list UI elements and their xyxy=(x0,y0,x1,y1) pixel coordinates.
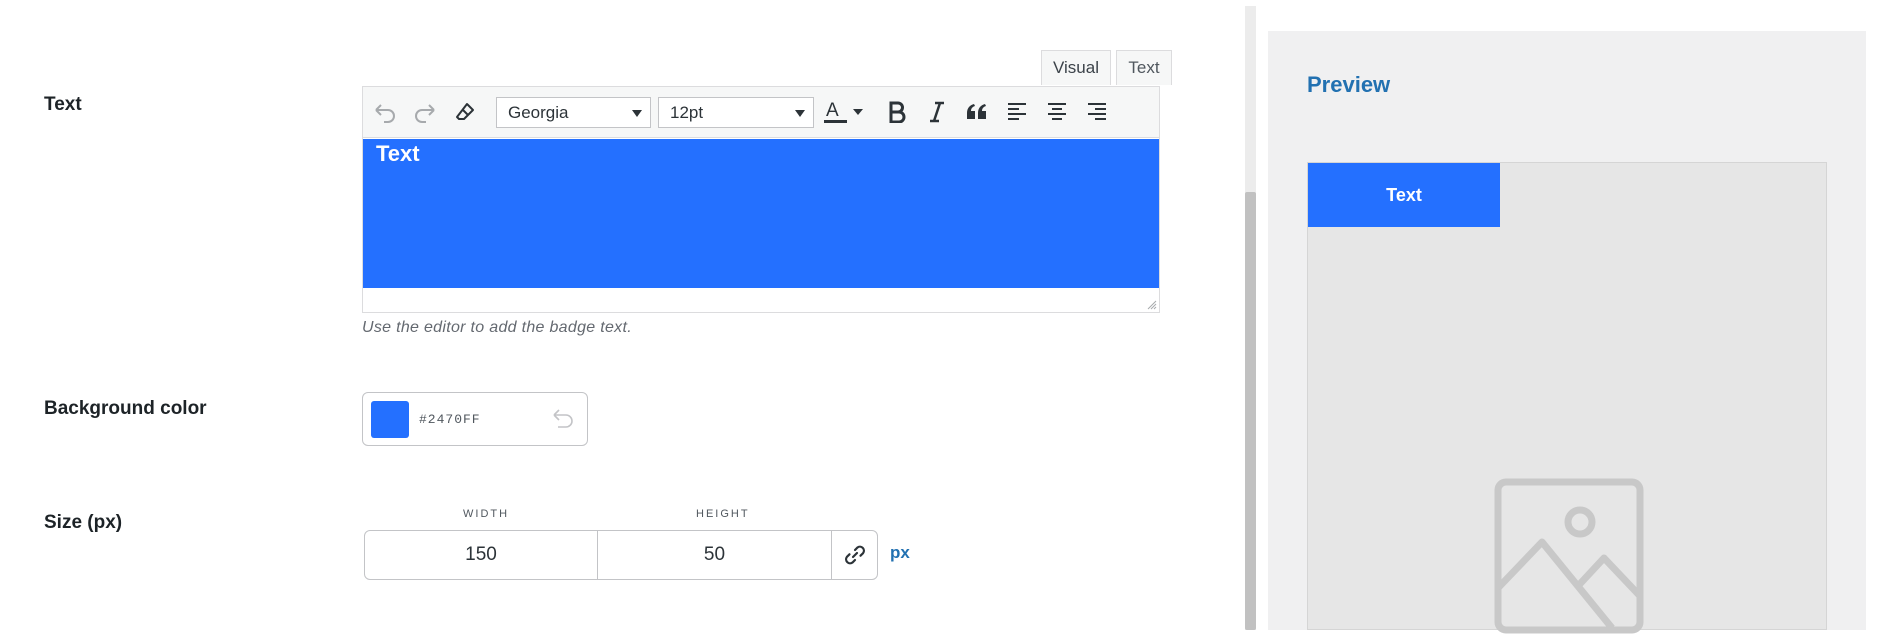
editor-help-text: Use the editor to add the badge text. xyxy=(362,319,632,336)
color-picker[interactable]: #2470FF xyxy=(362,392,588,446)
blockquote-icon[interactable] xyxy=(961,96,993,128)
redo-icon[interactable] xyxy=(409,96,441,128)
color-swatch[interactable] xyxy=(371,401,409,438)
font-size-select[interactable]: 12pt xyxy=(658,97,814,128)
font-family-value: Georgia xyxy=(508,102,569,122)
text-color-icon[interactable]: A xyxy=(819,96,874,128)
background-color-label: Background color xyxy=(44,398,207,419)
align-center-icon[interactable] xyxy=(1041,96,1073,128)
width-input[interactable]: 150 xyxy=(365,531,598,579)
link-icon xyxy=(844,545,865,565)
align-left-icon[interactable] xyxy=(1001,96,1033,128)
scrollbar-thumb[interactable] xyxy=(1245,192,1256,630)
rich-text-editor: Georgia 12pt A Text xyxy=(362,86,1160,313)
editor-statusbar xyxy=(363,288,1159,312)
size-inputs: 150 50 xyxy=(364,530,878,580)
link-dimensions-button[interactable] xyxy=(832,531,877,579)
font-family-select[interactable]: Georgia xyxy=(496,97,651,128)
italic-icon[interactable] xyxy=(921,96,953,128)
editor-toolbar: Georgia 12pt A xyxy=(363,87,1159,138)
preview-badge: Text xyxy=(1308,163,1500,227)
height-label: HEIGHT xyxy=(696,508,750,520)
text-field-label: Text xyxy=(44,94,82,115)
bold-icon[interactable] xyxy=(881,96,913,128)
tab-text[interactable]: Text xyxy=(1116,50,1172,85)
reset-color-icon[interactable] xyxy=(551,408,575,430)
width-label: WIDTH xyxy=(463,508,510,520)
align-right-icon[interactable] xyxy=(1081,96,1113,128)
preview-title: Preview xyxy=(1307,72,1391,97)
editor-content-area[interactable]: Text xyxy=(363,139,1159,289)
unit-selector[interactable]: px xyxy=(890,543,910,563)
chevron-down-icon xyxy=(632,110,642,117)
font-size-value: 12pt xyxy=(670,102,704,122)
color-hex-value[interactable]: #2470FF xyxy=(419,412,481,427)
chevron-down-icon xyxy=(795,110,805,117)
size-label: Size (px) xyxy=(44,512,123,533)
svg-text:A: A xyxy=(826,100,839,121)
resize-handle-icon[interactable] xyxy=(1145,298,1157,310)
preview-image-frame xyxy=(1307,162,1827,634)
tab-visual[interactable]: Visual xyxy=(1041,50,1111,85)
clear-formatting-icon[interactable] xyxy=(449,96,481,128)
image-placeholder-icon xyxy=(1494,478,1644,634)
undo-icon[interactable] xyxy=(369,96,401,128)
height-input[interactable]: 50 xyxy=(598,531,832,579)
